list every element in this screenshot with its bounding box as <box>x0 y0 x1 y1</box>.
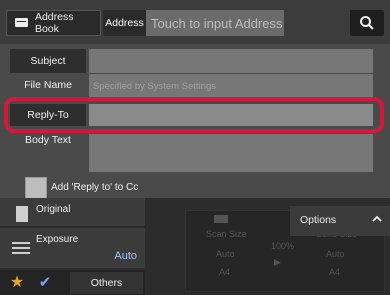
preview-send-paper: A4 <box>329 267 341 277</box>
arrow-right-icon: ▶ <box>274 257 281 267</box>
preview-scan-paper: A4 <box>219 267 231 277</box>
file-name-label: File Name <box>24 79 72 91</box>
preview-scan-size-label: Scan Size <box>206 229 247 239</box>
address-book-icon <box>15 18 29 28</box>
body-text-field[interactable] <box>89 134 373 172</box>
options-button[interactable]: Options <box>290 206 390 236</box>
bottom-area: Scan Size Send Size 100% Auto Auto ▶ A4 … <box>0 198 390 295</box>
chevron-up-icon <box>372 215 382 222</box>
exposure-value: Auto <box>114 250 137 262</box>
reply-to-highlight <box>4 97 384 133</box>
add-reply-to-cc-label: Add 'Reply to' to Cc <box>51 182 139 193</box>
star-icon[interactable]: ★ <box>6 273 28 293</box>
original-icon <box>16 206 28 222</box>
subject-label[interactable]: Subject <box>10 49 86 73</box>
address-book-button[interactable]: Address Book <box>6 10 101 36</box>
bottom-toolbar: ★ ✔ Others <box>0 270 145 295</box>
address-input[interactable]: Touch to input Address <box>146 10 284 36</box>
body-text-label: Body Text <box>25 134 71 146</box>
subject-field[interactable] <box>89 49 373 73</box>
top-bar: Address Book Address Touch to input Addr… <box>0 0 390 44</box>
others-button[interactable]: Others <box>70 272 143 294</box>
search-icon <box>360 16 374 30</box>
original-button[interactable]: Original <box>0 198 145 226</box>
options-label: Options <box>300 214 337 226</box>
exposure-icon <box>12 242 30 254</box>
file-name-field[interactable]: Specified by System Settings <box>89 74 373 98</box>
preview-send-auto: Auto <box>326 249 345 259</box>
exposure-button[interactable]: Exposure Auto <box>0 228 145 268</box>
address-book-label: Address Book <box>34 11 74 35</box>
checkmark-icon[interactable]: ✔ <box>34 273 56 293</box>
email-settings-panel: Subject File Name Specified by System Se… <box>0 44 390 210</box>
preview-scan-icon <box>214 215 228 223</box>
mode-column: Original Exposure Auto ★ ✔ Others <box>0 198 145 295</box>
preview-scan-auto: Auto <box>216 249 235 259</box>
address-label: Address <box>103 10 146 36</box>
add-reply-to-cc-checkbox[interactable] <box>25 177 47 199</box>
exposure-label: Exposure <box>36 234 79 245</box>
search-button[interactable] <box>350 10 384 36</box>
preview-ratio: 100% <box>271 241 295 251</box>
original-label: Original <box>36 204 71 215</box>
